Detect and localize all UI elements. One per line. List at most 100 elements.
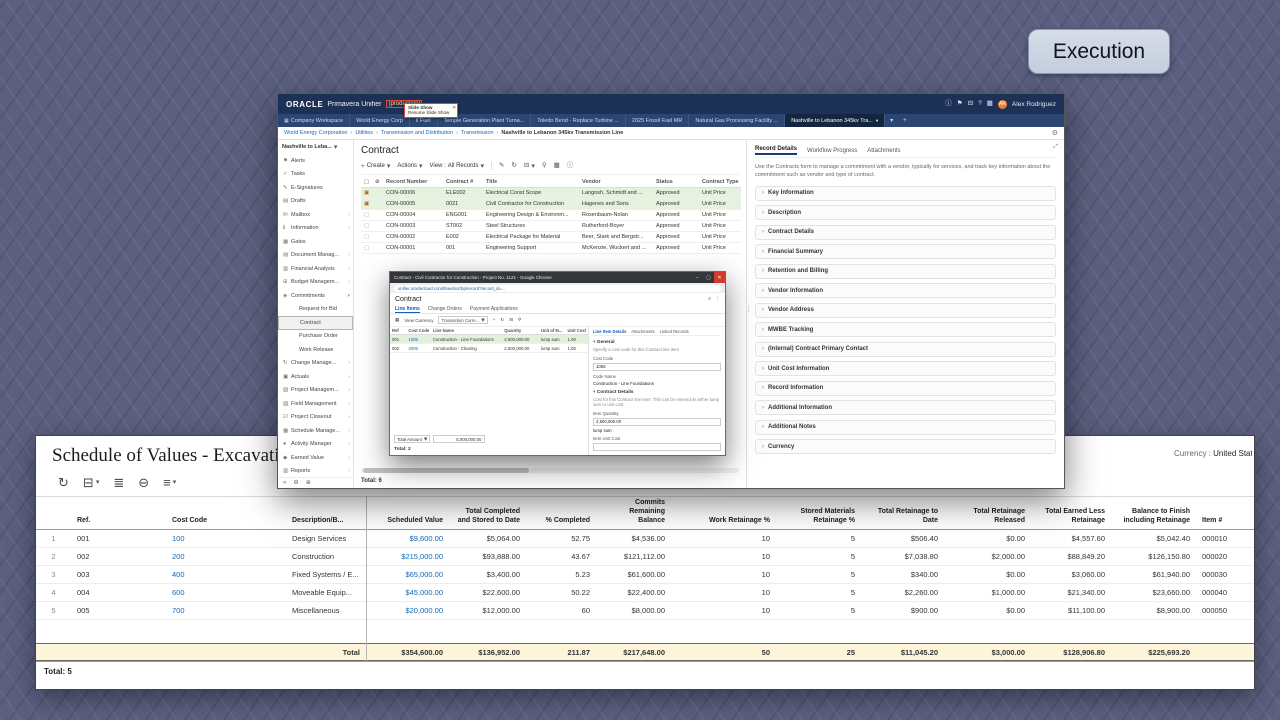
column-header-work-retainage[interactable]: Work Retainage % <box>671 497 776 530</box>
print-icon[interactable]: ⊟ <box>509 318 513 323</box>
tab-overflow-caret[interactable]: ▾ <box>885 114 898 127</box>
refresh-icon[interactable]: ↻ <box>58 476 69 489</box>
sidebar-item[interactable]: ▨ Field Management › <box>278 397 353 411</box>
grid-columns-icon[interactable]: ▦ <box>554 163 560 170</box>
breadcrumb-item[interactable]: Nashville to Lebanon 345kv Transmission … <box>501 130 623 136</box>
cost-code-cell[interactable]: 1005 <box>406 335 430 344</box>
column-header-scheduled-value[interactable]: Scheduled Value <box>366 497 449 530</box>
column-header-earned-less-retainage[interactable]: Total Earned Less Retainage <box>1031 497 1111 530</box>
column-header-ref[interactable]: Ref. <box>71 497 166 530</box>
horizontal-scrollbar[interactable] <box>361 468 739 473</box>
popup-tab[interactable]: Payment Applications <box>470 306 518 313</box>
line-item-details-tab[interactable]: Line Item Details <box>593 329 626 334</box>
column-header-uom[interactable]: Unit of M... <box>539 327 566 335</box>
column-header-line-name[interactable]: Line Name <box>431 327 502 335</box>
details-section[interactable]: › Contract Details <box>755 225 1056 240</box>
column-header-ref[interactable]: Ref <box>390 327 406 335</box>
info-icon[interactable]: ⓘ <box>567 163 574 170</box>
details-section[interactable]: › Additional Information <box>755 400 1056 415</box>
line-item-details-tab[interactable]: Attachments <box>631 329 654 334</box>
minimize-icon[interactable]: – <box>692 272 703 283</box>
details-tab[interactable]: Record Details <box>755 146 797 155</box>
sidebar-item[interactable]: Purchase Order <box>278 330 353 344</box>
help-icon[interactable]: ? <box>978 101 982 108</box>
collapse-sidebar-icon[interactable]: « <box>283 480 286 486</box>
pane-resize-handle[interactable] <box>746 305 752 313</box>
dots-menu-icon[interactable]: ⋮ <box>715 297 720 302</box>
line-item-details-tab[interactable]: Linked Records <box>660 329 689 334</box>
sidebar-project-title[interactable]: Nashville to Leba... ▾ <box>278 140 353 154</box>
edit-icon[interactable]: ✎ <box>499 163 504 170</box>
record-number-link[interactable]: CON-00001 <box>383 243 443 254</box>
collapse-rows-icon[interactable]: ⊖ <box>138 476 149 489</box>
tooltip-close-icon[interactable]: ✕ <box>452 105 456 111</box>
expand-panel-icon[interactable]: ⤢ <box>1053 144 1058 150</box>
item-unit-cost-input[interactable] <box>593 443 721 451</box>
print-icon[interactable]: ⊟ <box>968 101 973 108</box>
sidebar-item[interactable]: ▤ Drafts <box>278 195 353 209</box>
column-header-retainage-released[interactable]: Total Retainage Released <box>944 497 1031 530</box>
menu-button[interactable]: ≡ ▾ <box>163 476 176 489</box>
column-header-cost-code[interactable]: Cost Code <box>406 327 430 335</box>
column-header-contract-type[interactable]: Contract Type <box>699 177 741 188</box>
add-line-icon[interactable]: + <box>493 318 496 323</box>
popup-tab[interactable]: Change Orders <box>428 306 462 313</box>
sov-table-row[interactable]: 3 003 400 Fixed Systems / E... $65,000.0… <box>36 566 1254 584</box>
contract-row[interactable]: CON-00005 0021 Civil Contractor for Cons… <box>361 199 741 210</box>
column-header-contract-number[interactable]: Contract # <box>443 177 483 188</box>
bookmark-icon[interactable]: ⚑ <box>957 101 963 108</box>
column-header-record-number[interactable]: Record Number <box>383 177 443 188</box>
project-tab[interactable]: Company Workspace <box>278 114 350 127</box>
user-name[interactable]: Alex Rodriguez <box>1012 101 1056 108</box>
row-select-checkbox[interactable] <box>361 188 372 199</box>
sidebar-item[interactable]: Contract <box>278 316 353 330</box>
sidebar-item[interactable]: ⚑ Alerts <box>278 154 353 168</box>
project-tab[interactable]: 2025 Fossil Fuel MR <box>626 114 689 127</box>
sidebar-item[interactable]: ☑ Project Closeout › <box>278 411 353 425</box>
popup-tab[interactable]: Line Items <box>395 306 420 313</box>
menu-icon[interactable]: ≡ <box>708 297 711 302</box>
grid-icon[interactable]: ▦ <box>395 318 399 323</box>
column-header-balance-to-finish[interactable]: Balance to Finish including Retainage <box>1111 497 1196 530</box>
sidebar-item[interactable]: ▦ Schedule Manage... › <box>278 424 353 438</box>
sidebar-item[interactable]: ◆ Earned Value › <box>278 451 353 465</box>
tooltip-action[interactable]: Resume Slide Show <box>408 110 449 115</box>
refresh-icon[interactable]: ↻ <box>511 163 516 170</box>
general-section-header[interactable]: ▾ General <box>593 340 721 345</box>
actions-button[interactable]: Actions ▾ <box>397 162 422 170</box>
sidebar-item[interactable]: ▥ Financial Analysis › <box>278 262 353 276</box>
cost-code-input[interactable]: 1005 <box>593 363 721 371</box>
sidebar-item[interactable]: Work Release <box>278 343 353 357</box>
column-header-description[interactable]: Description/B... <box>286 497 366 530</box>
sidebar-item[interactable]: ✎ E-Signatures <box>278 181 353 195</box>
record-number-link[interactable]: CON-00002 <box>383 232 443 243</box>
details-section[interactable]: › Key Information <box>755 186 1056 201</box>
project-tab[interactable]: Natural Gas Processing Facility ... <box>689 114 785 127</box>
cost-code-link[interactable]: 700 <box>166 602 286 620</box>
row-select-checkbox[interactable] <box>361 221 372 232</box>
add-icon[interactable]: ⊕ <box>306 480 311 486</box>
scheduled-value-link[interactable]: $9,600.00 <box>366 530 449 548</box>
details-tab[interactable]: Attachments <box>867 148 900 154</box>
scrollbar-thumb[interactable] <box>363 468 529 473</box>
breadcrumb-item[interactable]: Utilities <box>355 130 381 136</box>
sidebar-item[interactable]: ✓ Tasks <box>278 168 353 182</box>
search-icon[interactable]: ⚲ <box>518 318 521 323</box>
user-avatar[interactable]: AR <box>998 100 1007 109</box>
project-tab[interactable]: Toledo Bend - Replace Turbine ... <box>531 114 626 127</box>
column-header-pct-completed[interactable]: % Completed <box>526 497 596 530</box>
details-section[interactable]: › MWBE Tracking <box>755 322 1056 337</box>
apps-grid-icon[interactable]: ▦ <box>987 101 993 108</box>
record-number-link[interactable]: CON-00003 <box>383 221 443 232</box>
cost-code-link[interactable]: 400 <box>166 566 286 584</box>
sov-table-row[interactable]: 1 001 100 Design Services $9,600.00 $5,0… <box>36 530 1254 548</box>
url-field[interactable]: unifier.oraclecloud.com/bluedoor/bp/reco… <box>394 285 721 292</box>
column-header-retainage-to-date[interactable]: Total Retainage to Date <box>861 497 944 530</box>
record-number-link[interactable]: CON-00005 <box>383 199 443 210</box>
row-select-checkbox[interactable] <box>361 210 372 221</box>
cost-code-link[interactable]: 100 <box>166 530 286 548</box>
column-header-commits-remaining[interactable]: Commits Remaining Balance <box>596 497 671 530</box>
maximize-icon[interactable]: ▢ <box>703 272 714 283</box>
sidebar-item[interactable]: ▤ Document Manag... › <box>278 249 353 263</box>
column-header-vendor[interactable]: Vendor <box>579 177 653 188</box>
